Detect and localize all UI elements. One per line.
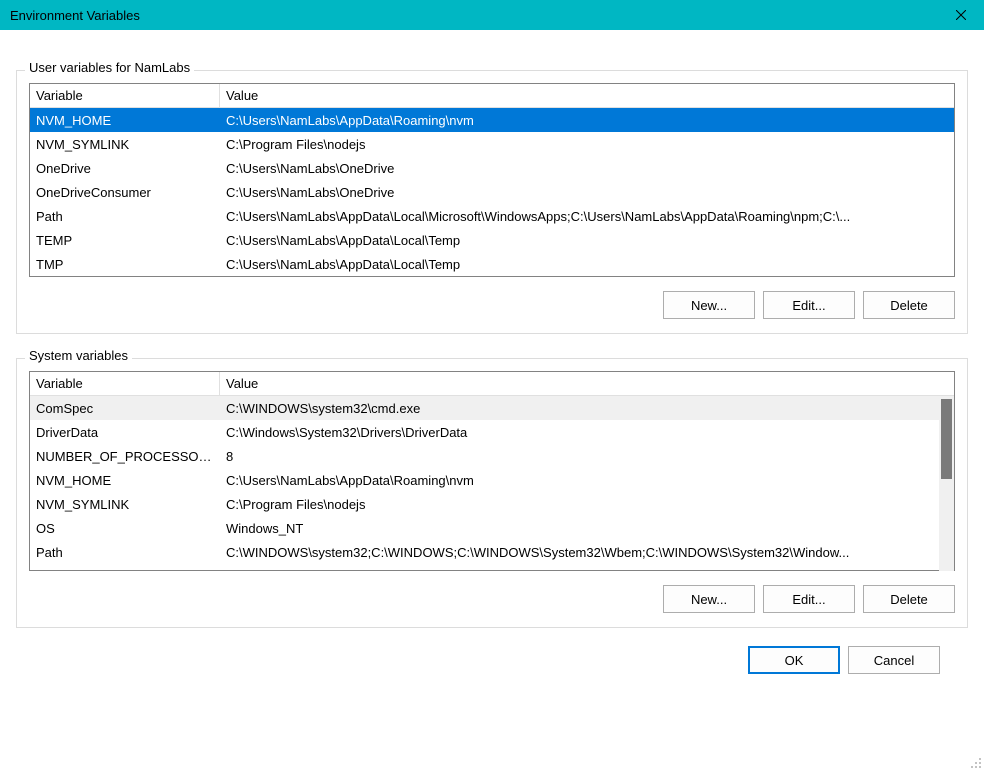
resize-grip-icon[interactable] bbox=[968, 755, 982, 769]
cell-variable: ComSpec bbox=[30, 399, 220, 418]
cell-variable: TMP bbox=[30, 255, 220, 274]
cell-value: C:\WINDOWS\system32;C:\WINDOWS;C:\WINDOW… bbox=[220, 543, 954, 562]
cell-variable: PATHEXT bbox=[30, 567, 220, 571]
table-row[interactable]: NVM_HOMEC:\Users\NamLabs\AppData\Roaming… bbox=[30, 468, 954, 492]
table-row[interactable]: DriverDataC:\Windows\System32\Drivers\Dr… bbox=[30, 420, 954, 444]
titlebar: Environment Variables bbox=[0, 0, 984, 30]
cell-variable: Path bbox=[30, 543, 220, 562]
table-row[interactable]: PathC:\WINDOWS\system32;C:\WINDOWS;C:\WI… bbox=[30, 540, 954, 564]
cell-value: C:\Users\NamLabs\AppData\Local\Temp bbox=[220, 255, 954, 274]
cell-variable: NVM_SYMLINK bbox=[30, 495, 220, 514]
system-table-header: Variable Value bbox=[30, 372, 954, 396]
user-table-header: Variable Value bbox=[30, 84, 954, 108]
cell-variable: NUMBER_OF_PROCESSORS bbox=[30, 447, 220, 466]
cell-value: C:\Users\NamLabs\OneDrive bbox=[220, 159, 954, 178]
cell-variable: NVM_HOME bbox=[30, 111, 220, 130]
cell-value: Windows_NT bbox=[220, 519, 954, 538]
system-variables-table: Variable Value ComSpecC:\WINDOWS\system3… bbox=[29, 371, 955, 571]
cell-variable: NVM_SYMLINK bbox=[30, 135, 220, 154]
system-edit-button[interactable]: Edit... bbox=[763, 585, 855, 613]
cell-value: C:\Users\NamLabs\OneDrive bbox=[220, 183, 954, 202]
system-header-value[interactable]: Value bbox=[220, 372, 954, 395]
user-table-body: NVM_HOMEC:\Users\NamLabs\AppData\Roaming… bbox=[30, 108, 954, 276]
table-row[interactable]: ComSpecC:\WINDOWS\system32\cmd.exe bbox=[30, 396, 954, 420]
cell-value: .COM;.EXE;.BAT;.CMD;.VBS;.VBE;.JS;.JSE;.… bbox=[220, 567, 954, 571]
cell-value: C:\Users\NamLabs\AppData\Local\Temp bbox=[220, 231, 954, 250]
table-row[interactable]: PathC:\Users\NamLabs\AppData\Local\Micro… bbox=[30, 204, 954, 228]
cell-variable: OS bbox=[30, 519, 220, 538]
system-header-variable[interactable]: Variable bbox=[30, 372, 220, 395]
table-row[interactable]: OneDriveC:\Users\NamLabs\OneDrive bbox=[30, 156, 954, 180]
dialog-button-row: OK Cancel bbox=[16, 628, 968, 674]
cell-variable: DriverData bbox=[30, 423, 220, 442]
close-icon bbox=[956, 10, 966, 20]
cell-variable: OneDrive bbox=[30, 159, 220, 178]
cell-value: C:\WINDOWS\system32\cmd.exe bbox=[220, 399, 954, 418]
table-row[interactable]: TEMPC:\Users\NamLabs\AppData\Local\Temp bbox=[30, 228, 954, 252]
cell-value: C:\Program Files\nodejs bbox=[220, 495, 954, 514]
user-variables-table: Variable Value NVM_HOMEC:\Users\NamLabs\… bbox=[29, 83, 955, 277]
table-row[interactable]: OneDriveConsumerC:\Users\NamLabs\OneDriv… bbox=[30, 180, 954, 204]
system-scrollbar-thumb[interactable] bbox=[941, 399, 952, 479]
user-header-variable[interactable]: Variable bbox=[30, 84, 220, 107]
system-new-button[interactable]: New... bbox=[663, 585, 755, 613]
system-delete-button[interactable]: Delete bbox=[863, 585, 955, 613]
cell-variable: OneDriveConsumer bbox=[30, 183, 220, 202]
cell-value: C:\Users\NamLabs\AppData\Roaming\nvm bbox=[220, 111, 954, 130]
user-new-button[interactable]: New... bbox=[663, 291, 755, 319]
user-header-value[interactable]: Value bbox=[220, 84, 954, 107]
cell-variable: NVM_HOME bbox=[30, 471, 220, 490]
system-button-row: New... Edit... Delete bbox=[29, 585, 955, 613]
close-button[interactable] bbox=[938, 0, 984, 30]
cell-variable: TEMP bbox=[30, 231, 220, 250]
table-row[interactable]: OSWindows_NT bbox=[30, 516, 954, 540]
user-button-row: New... Edit... Delete bbox=[29, 291, 955, 319]
system-variables-label: System variables bbox=[25, 348, 132, 363]
table-row[interactable]: NVM_SYMLINKC:\Program Files\nodejs bbox=[30, 492, 954, 516]
cell-variable: Path bbox=[30, 207, 220, 226]
system-variables-group: System variables Variable Value ComSpecC… bbox=[16, 358, 968, 628]
user-edit-button[interactable]: Edit... bbox=[763, 291, 855, 319]
window-title: Environment Variables bbox=[10, 8, 938, 23]
cell-value: C:\Program Files\nodejs bbox=[220, 135, 954, 154]
ok-button[interactable]: OK bbox=[748, 646, 840, 674]
table-row[interactable]: NVM_HOMEC:\Users\NamLabs\AppData\Roaming… bbox=[30, 108, 954, 132]
cancel-button[interactable]: Cancel bbox=[848, 646, 940, 674]
cell-value: C:\Users\NamLabs\AppData\Roaming\nvm bbox=[220, 471, 954, 490]
table-row[interactable]: PATHEXT.COM;.EXE;.BAT;.CMD;.VBS;.VBE;.JS… bbox=[30, 564, 954, 570]
system-scrollbar[interactable] bbox=[939, 399, 954, 571]
user-delete-button[interactable]: Delete bbox=[863, 291, 955, 319]
user-variables-group: User variables for NamLabs Variable Valu… bbox=[16, 70, 968, 334]
system-table-body: ComSpecC:\WINDOWS\system32\cmd.exeDriver… bbox=[30, 396, 954, 570]
table-row[interactable]: NVM_SYMLINKC:\Program Files\nodejs bbox=[30, 132, 954, 156]
table-row[interactable]: NUMBER_OF_PROCESSORS8 bbox=[30, 444, 954, 468]
cell-value: 8 bbox=[220, 447, 954, 466]
cell-value: C:\Windows\System32\Drivers\DriverData bbox=[220, 423, 954, 442]
dialog-content: User variables for NamLabs Variable Valu… bbox=[0, 30, 984, 674]
table-row[interactable]: TMPC:\Users\NamLabs\AppData\Local\Temp bbox=[30, 252, 954, 276]
cell-value: C:\Users\NamLabs\AppData\Local\Microsoft… bbox=[220, 207, 954, 226]
user-variables-label: User variables for NamLabs bbox=[25, 60, 194, 75]
